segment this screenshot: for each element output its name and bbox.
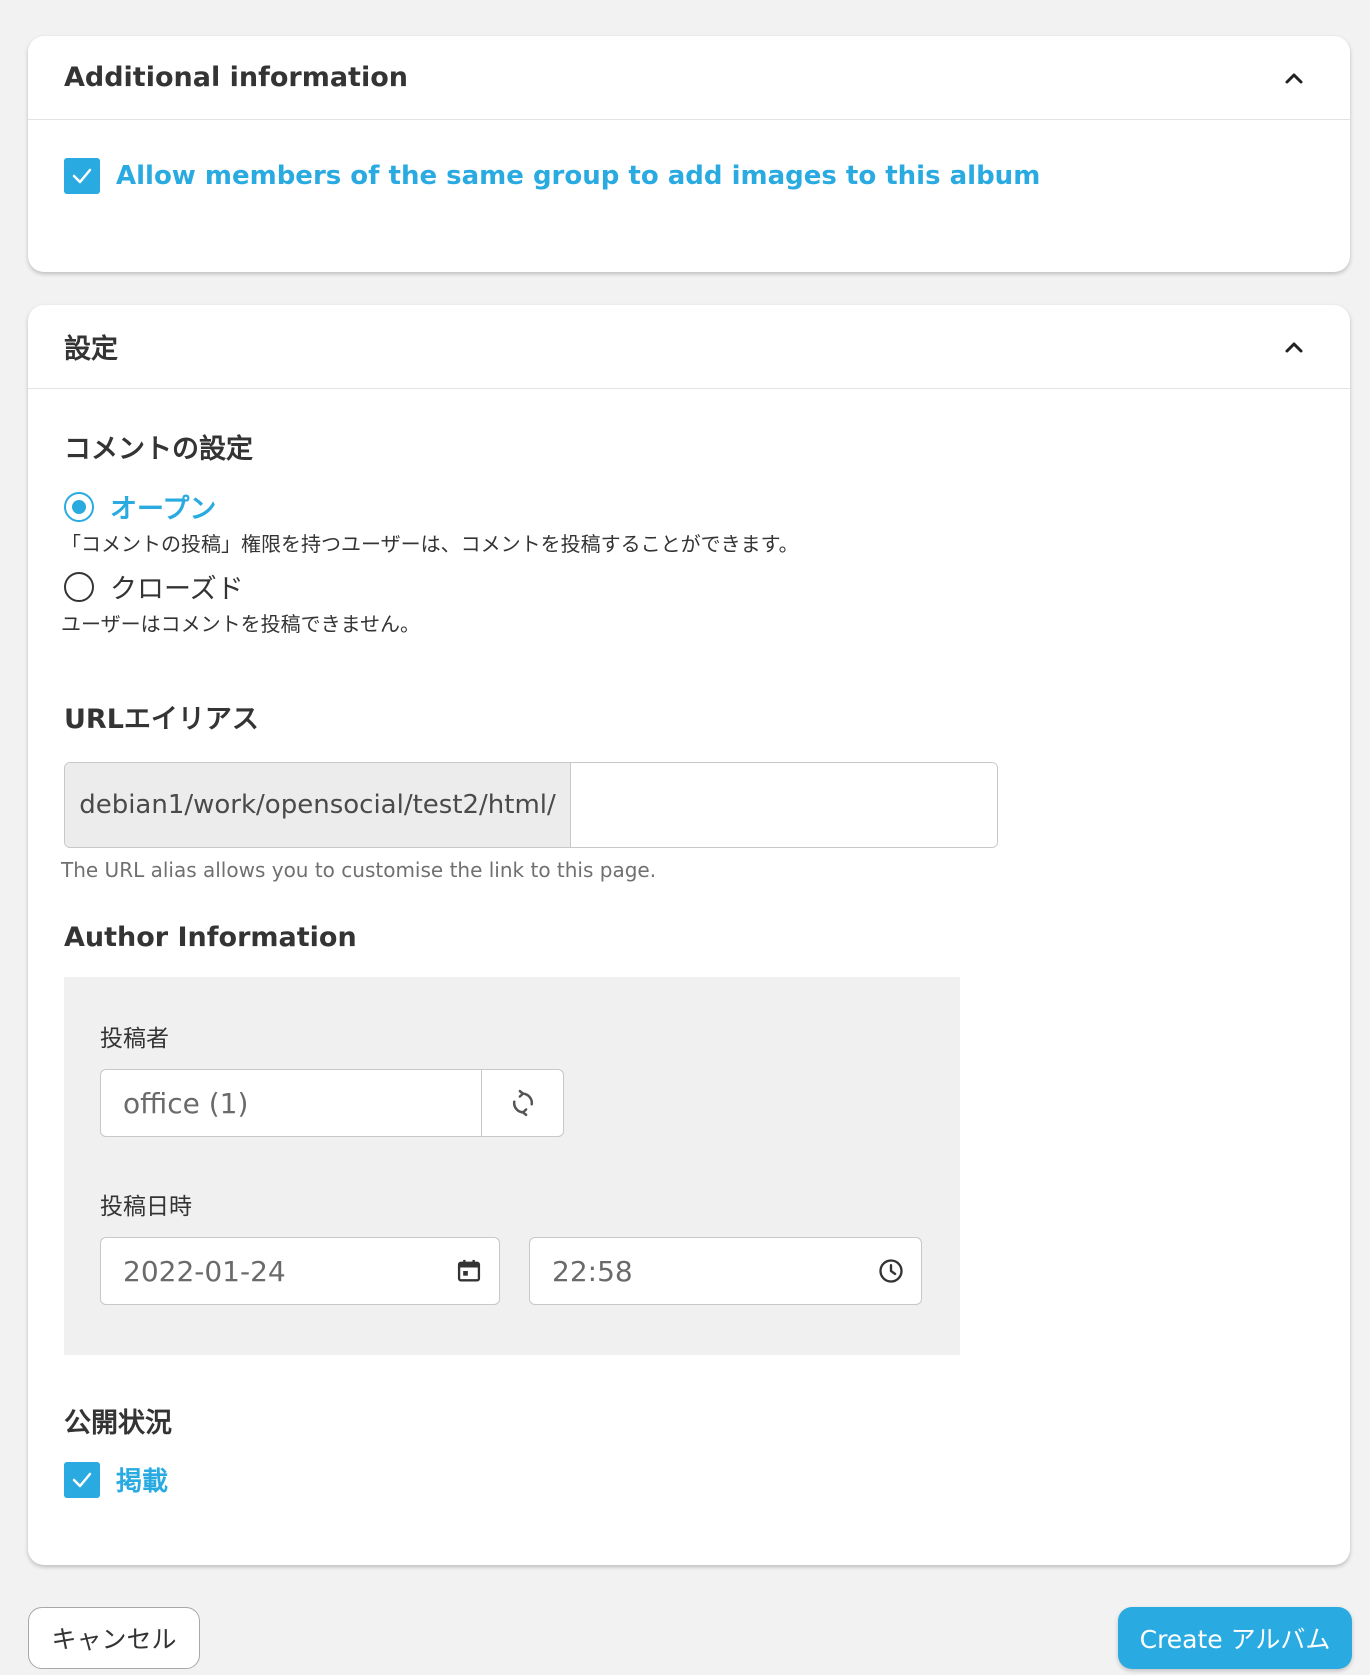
authored-on-label: 投稿日時 [100, 1194, 192, 1220]
authored-by-label: 投稿者 [100, 1026, 169, 1052]
additional-info-header[interactable]: Additional information [28, 36, 1350, 120]
cancel-button[interactable]: キャンセル [28, 1607, 200, 1669]
comment-closed-option[interactable]: クローズド [64, 567, 244, 606]
settings-card: 設定 コメントの設定 オープン 「コメントの投稿」権限を持つユーザーは、コメント… [28, 305, 1350, 1565]
url-alias-title: URLエイリアス [64, 704, 259, 735]
date-input[interactable]: 2022-01-24 [101, 1255, 439, 1288]
comment-closed-label[interactable]: クローズド [110, 567, 244, 606]
comment-closed-radio[interactable] [64, 571, 94, 602]
clock-button[interactable] [861, 1238, 921, 1304]
calendar-icon [457, 1259, 481, 1282]
url-alias-input[interactable] [571, 763, 997, 847]
published-row[interactable]: 掲載 [64, 1461, 168, 1498]
additional-info-title: Additional information [64, 62, 408, 93]
date-field[interactable]: 2022-01-24 [100, 1237, 500, 1305]
time-input[interactable]: 22:58 [530, 1255, 861, 1288]
published-checkbox[interactable] [64, 1461, 100, 1498]
comment-open-label[interactable]: オープン [110, 487, 216, 526]
refresh-icon [512, 1089, 533, 1117]
collapse-additional-info-button[interactable] [1274, 58, 1314, 98]
check-icon [72, 1472, 92, 1487]
url-alias-group: debian1/work/opensocial/test2/html/ [64, 762, 998, 848]
allow-members-label[interactable]: Allow members of the same group to add i… [116, 161, 1040, 191]
additional-info-card: Additional information Allow members of … [28, 36, 1350, 272]
comment-open-option[interactable]: オープン [64, 487, 216, 526]
authored-by-field: office (1) [100, 1069, 564, 1137]
collapse-settings-button[interactable] [1274, 327, 1314, 367]
url-alias-prefix: debian1/work/opensocial/test2/html/ [65, 763, 571, 847]
allow-members-checkbox[interactable] [64, 158, 100, 194]
check-icon [72, 168, 92, 184]
comment-open-description: 「コメントの投稿」権限を持つユーザーは、コメントを投稿することができます。 [61, 532, 799, 556]
create-album-button[interactable]: Create アルバム [1118, 1607, 1352, 1669]
authored-by-input[interactable]: office (1) [101, 1087, 481, 1120]
chevron-up-icon [1285, 73, 1303, 83]
comment-open-radio[interactable] [64, 491, 94, 522]
comment-closed-description: ユーザーはコメントを投稿できません。 [61, 612, 420, 636]
comment-settings-title: コメントの設定 [64, 434, 253, 465]
chevron-up-icon [1285, 342, 1303, 352]
url-alias-help: The URL alias allows you to customise th… [61, 858, 657, 882]
published-label[interactable]: 掲載 [116, 1461, 168, 1498]
clock-icon [879, 1259, 903, 1283]
allow-members-row[interactable]: Allow members of the same group to add i… [64, 158, 1040, 194]
time-field[interactable]: 22:58 [529, 1237, 922, 1305]
author-info-title: Author Information [64, 922, 357, 953]
publish-status-title: 公開状況 [64, 1408, 172, 1439]
calendar-button[interactable] [439, 1238, 499, 1304]
authored-by-refresh-button[interactable] [481, 1070, 563, 1136]
settings-title: 設定 [64, 334, 118, 365]
author-info-box: 投稿者 office (1) 投稿日時 2022-01-24 22:58 [64, 977, 960, 1355]
settings-header[interactable]: 設定 [28, 305, 1350, 389]
